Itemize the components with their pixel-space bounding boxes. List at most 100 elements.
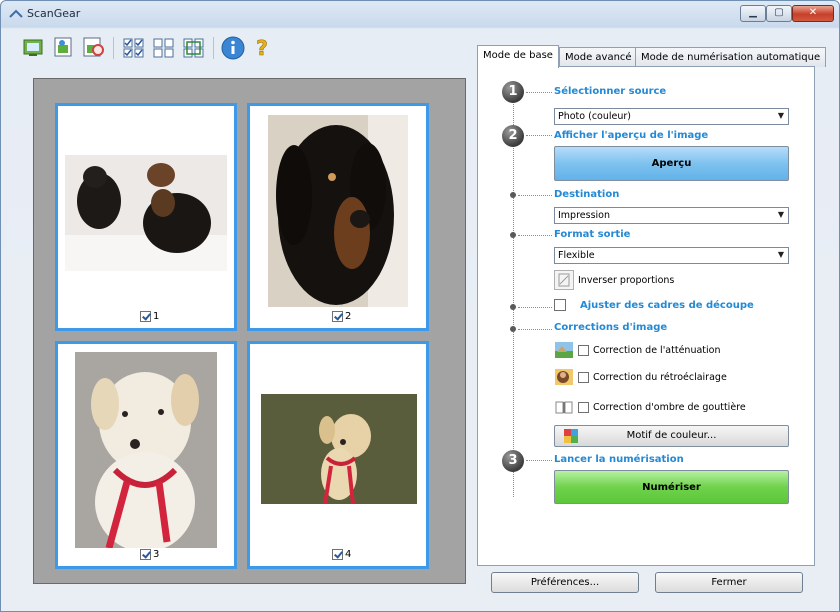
output-format-select[interactable]: Flexible ▼ xyxy=(554,247,789,264)
scan-preview-icon[interactable] xyxy=(21,35,47,61)
close-window-button[interactable]: ✕ xyxy=(792,5,834,22)
toolbar: ? xyxy=(17,31,469,63)
backlight-correction-row: Correction du rétroéclairage xyxy=(554,367,727,387)
preview-area: 1 2 3 4 xyxy=(33,78,466,584)
whole-image-view-icon[interactable] xyxy=(181,35,207,61)
invert-proportions-row: Inverser proportions xyxy=(554,270,674,290)
bullet-dot xyxy=(510,304,516,310)
thumbnail-checkbox-row: 1 xyxy=(140,311,159,322)
maximize-button[interactable]: ▢ xyxy=(766,5,792,22)
thumbnail-checkbox-row: 2 xyxy=(332,311,351,322)
info-icon[interactable] xyxy=(220,35,246,61)
gutter-shadow-correction-checkbox[interactable] xyxy=(578,401,589,413)
bullet-dot xyxy=(510,192,516,198)
scangear-window: ScanGear ▁ ▢ ✕ ? 1 2 3 4 Mode de base Mo… xyxy=(0,0,840,612)
thumbnail-checkbox-row: 3 xyxy=(140,549,159,560)
fading-correction-checkbox[interactable] xyxy=(578,344,589,356)
preview-button[interactable]: Aperçu xyxy=(554,146,789,181)
source-select-value: Photo (couleur) xyxy=(558,111,631,122)
scan-button[interactable]: Numériser xyxy=(554,470,789,504)
minimize-icon: ▁ xyxy=(749,7,757,18)
toolbar-separator xyxy=(213,37,214,59)
fading-correction-icon xyxy=(555,342,573,358)
crop-frames-label: Ajuster des cadres de découpe xyxy=(580,299,754,311)
fading-correction-label: Correction de l'atténuation xyxy=(593,344,721,356)
photo-thumbnail-3 xyxy=(75,352,217,548)
minimize-button[interactable]: ▁ xyxy=(740,5,766,22)
svg-text:?: ? xyxy=(256,36,268,60)
invert-proportions-icon[interactable] xyxy=(554,270,574,290)
thumbnail-frame[interactable]: 2 xyxy=(247,103,429,331)
fading-correction-row: Correction de l'atténuation xyxy=(554,340,721,360)
step-leader xyxy=(518,307,552,308)
thumbnail-number: 4 xyxy=(345,549,352,560)
tab-mode-numerisation-automatique[interactable]: Mode de numérisation automatique xyxy=(635,47,827,67)
thumbnail-frame[interactable]: 4 xyxy=(247,341,429,569)
thumbnail-frame[interactable]: 1 xyxy=(55,103,237,331)
help-icon[interactable]: ? xyxy=(249,35,275,61)
bullet-dot xyxy=(510,326,516,332)
backlight-correction-checkbox[interactable] xyxy=(578,371,589,383)
thumbnail-number: 1 xyxy=(153,311,160,322)
gutter-shadow-correction-label: Correction d'ombre de gouttière xyxy=(593,401,746,413)
crop-icon[interactable] xyxy=(51,35,77,61)
select-source-heading: Sélectionner source xyxy=(554,86,667,97)
output-format-heading: Format sortie xyxy=(554,229,631,240)
image-corrections-heading: Corrections d'image xyxy=(554,322,668,333)
title-bar: ScanGear ▁ ▢ ✕ xyxy=(1,1,839,27)
thumbnail-checkbox-row: 4 xyxy=(332,549,351,560)
step-leader xyxy=(518,329,552,330)
destination-heading: Destination xyxy=(554,189,620,200)
chevron-down-icon: ▼ xyxy=(777,210,784,219)
book-gutter-icon xyxy=(555,401,573,414)
crop-frames-row: Ajuster des cadres de découpe xyxy=(554,299,754,311)
preferences-button[interactable]: Préférences... xyxy=(491,572,639,593)
thumbnail-view-icon[interactable] xyxy=(151,35,177,61)
window-title: ScanGear xyxy=(27,7,81,20)
color-pattern-button[interactable]: Motif de couleur... xyxy=(554,425,789,447)
gutter-shadow-correction-row: Correction d'ombre de gouttière xyxy=(554,397,746,417)
source-select[interactable]: Photo (couleur) ▼ xyxy=(554,108,789,125)
maximize-icon: ▢ xyxy=(774,7,784,18)
thumbnail-checkbox[interactable] xyxy=(332,311,343,322)
backlight-correction-label: Correction du rétroéclairage xyxy=(593,371,727,383)
thumbnail-checkbox[interactable] xyxy=(140,311,151,322)
thumbnail-checkbox[interactable] xyxy=(140,549,151,560)
step-number-badge: 2 xyxy=(502,125,524,147)
bullet-dot xyxy=(510,232,516,238)
output-format-select-value: Flexible xyxy=(558,250,595,261)
backlight-correction-icon xyxy=(555,369,573,385)
close-icon: ✕ xyxy=(808,7,818,18)
step-number-badge: 1 xyxy=(502,81,524,103)
chevron-down-icon: ▼ xyxy=(777,111,784,120)
thumbnail-checkbox[interactable] xyxy=(332,549,343,560)
toolbar-separator xyxy=(113,37,114,59)
color-pattern-label: Motif de couleur... xyxy=(626,430,717,441)
step-connector xyxy=(513,97,514,497)
crop-frames-checkbox[interactable] xyxy=(554,299,566,311)
close-button[interactable]: Fermer xyxy=(655,572,803,593)
step-leader xyxy=(526,92,552,93)
step-leader xyxy=(518,195,552,196)
photo-thumbnail-1 xyxy=(65,155,227,271)
thumbnail-number: 2 xyxy=(345,311,352,322)
photo-thumbnail-4 xyxy=(261,394,417,504)
thumbnail-frame[interactable]: 3 xyxy=(55,341,237,569)
zoom-icon[interactable] xyxy=(81,35,107,61)
destination-select[interactable]: Impression ▼ xyxy=(554,207,789,224)
select-all-frames-icon[interactable] xyxy=(121,35,147,61)
chevron-down-icon: ▼ xyxy=(777,250,784,259)
tab-mode-de-base[interactable]: Mode de base xyxy=(477,45,559,68)
step-leader xyxy=(526,460,552,461)
photo-thumbnail-2 xyxy=(268,115,408,307)
invert-proportions-label: Inverser proportions xyxy=(578,274,675,286)
step-leader xyxy=(518,235,552,236)
step-number-badge: 3 xyxy=(502,450,524,472)
destination-select-value: Impression xyxy=(558,210,610,221)
basic-mode-panel: 1 Sélectionner source Photo (couleur) ▼ … xyxy=(477,66,815,566)
start-scan-heading: Lancer la numérisation xyxy=(554,454,684,465)
step-leader xyxy=(526,135,552,136)
color-pattern-icon xyxy=(564,429,578,443)
thumbnail-number: 3 xyxy=(153,549,160,560)
tab-mode-avance[interactable]: Mode avancé xyxy=(559,47,638,67)
